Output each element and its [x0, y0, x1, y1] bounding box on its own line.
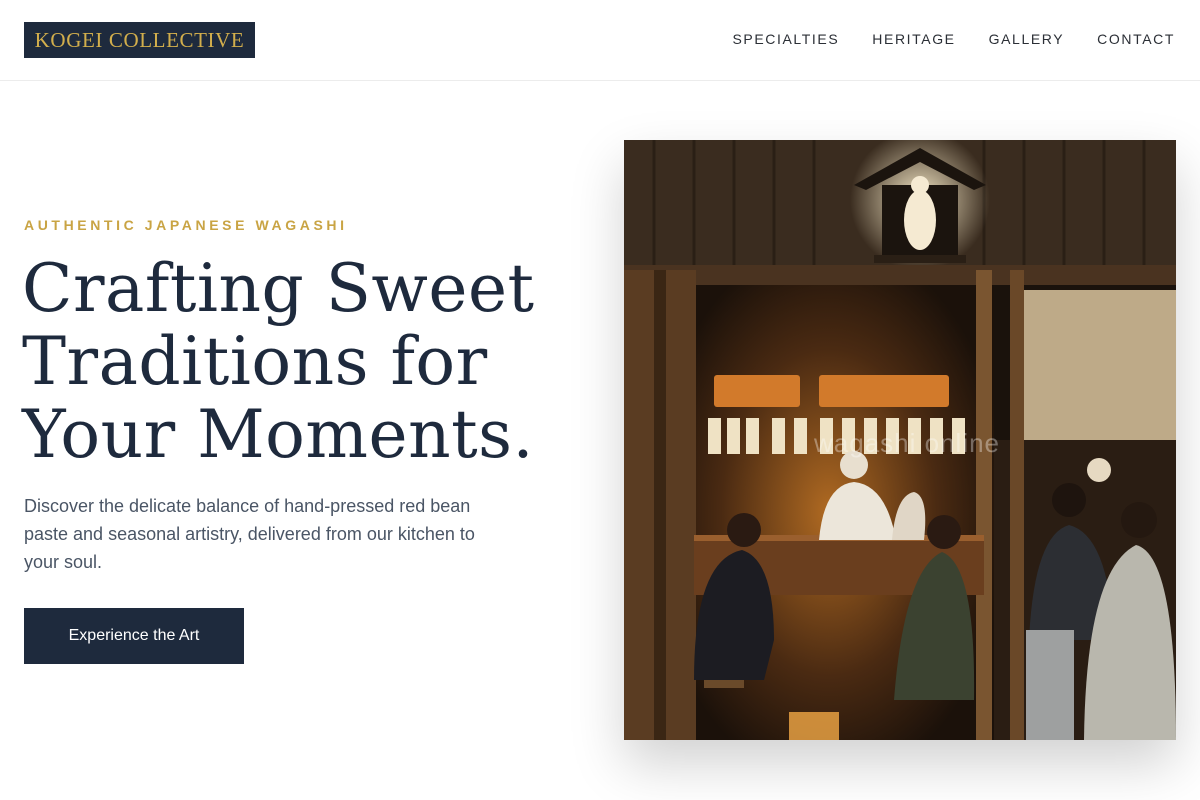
experience-the-art-button[interactable]: Experience the Art [24, 608, 244, 664]
headline-line-2: Traditions for [22, 323, 488, 400]
image-watermark: wagashi online [814, 428, 1001, 458]
hero-image: wagashi online [624, 140, 1176, 740]
nav-link-specialties[interactable]: SPECIALTIES [732, 30, 839, 48]
hero-eyebrow: AUTHENTIC JAPANESE WAGASHI [24, 217, 348, 233]
nav-link-gallery[interactable]: GALLERY [989, 30, 1065, 48]
brand-logo[interactable]: KOGEI COLLECTIVE [24, 22, 255, 58]
headline-line-1: Crafting Sweet [22, 250, 535, 327]
nav-link-heritage[interactable]: HERITAGE [872, 30, 955, 48]
main-nav: SPECIALTIES HERITAGE GALLERY CONTACT [732, 30, 1175, 48]
site-header: KOGEI COLLECTIVE SPECIALTIES HERITAGE GA… [0, 0, 1200, 81]
hero-description: Discover the delicate balance of hand-pr… [24, 496, 475, 572]
nav-link-contact[interactable]: CONTACT [1097, 30, 1175, 48]
headline-line-3: Your Moments. [22, 396, 534, 473]
hero-headline: Crafting Sweet Traditions for Your Momen… [22, 252, 582, 471]
